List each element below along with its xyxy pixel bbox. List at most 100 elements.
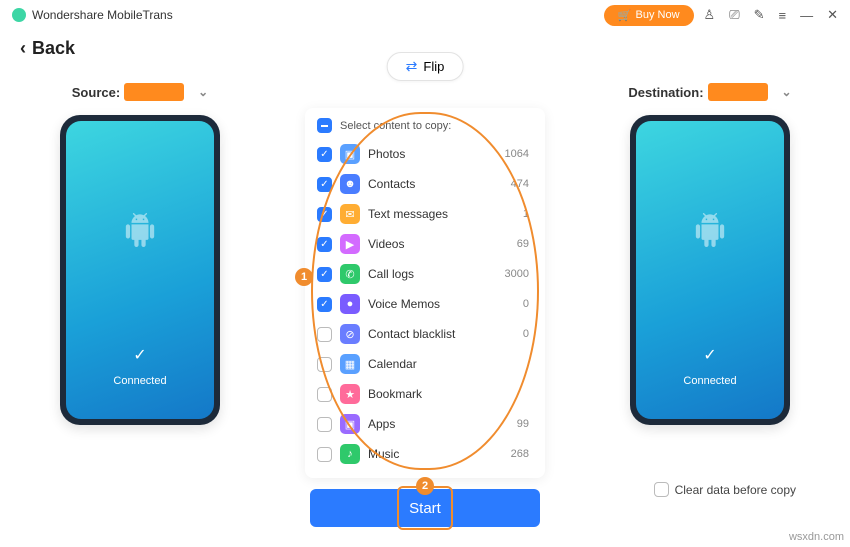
item-checkbox[interactable] <box>317 417 332 432</box>
content-item[interactable]: ● Voice Memos 0 <box>317 289 533 319</box>
source-device-name <box>124 83 184 101</box>
item-checkbox[interactable] <box>317 237 332 252</box>
item-label: Text messages <box>368 207 448 221</box>
item-count: 474 <box>511 178 533 190</box>
user-icon[interactable]: ♙ <box>704 7 716 23</box>
clear-data-option[interactable]: Clear data before copy <box>654 482 796 497</box>
cart-icon: 🛒 <box>618 9 632 22</box>
content-item[interactable]: ▶ Videos 69 <box>317 229 533 259</box>
buy-now-label: Buy Now <box>636 9 680 21</box>
content-item[interactable]: ★ Bookmark <box>317 379 533 409</box>
minimize-icon[interactable]: — <box>800 8 813 23</box>
start-label: Start <box>409 500 441 517</box>
item-type-icon: ⊘ <box>340 324 360 344</box>
watermark: wsxdn.com <box>789 531 844 543</box>
item-count: 1064 <box>505 148 533 160</box>
item-type-icon: ✆ <box>340 264 360 284</box>
item-count: 69 <box>517 238 533 250</box>
item-label: Voice Memos <box>368 297 440 311</box>
item-checkbox[interactable] <box>317 327 332 342</box>
item-count: 0 <box>523 328 533 340</box>
content-item[interactable]: ▣ Apps 99 <box>317 409 533 439</box>
back-label: Back <box>32 38 75 59</box>
chevron-down-icon: ⌄ <box>782 85 792 99</box>
menu-icon[interactable]: ≡ <box>779 8 787 23</box>
flip-button[interactable]: ⇄ Flip <box>387 52 464 81</box>
item-label: Apps <box>368 417 395 431</box>
chevron-down-icon: ⌄ <box>198 85 208 99</box>
android-icon <box>693 213 727 247</box>
item-type-icon: ☻ <box>340 174 360 194</box>
item-count: 268 <box>511 448 533 460</box>
content-list[interactable]: ▣Photos1064☻Contacts474✉Text messages1▶V… <box>317 139 533 469</box>
annotation-badge-1: 1 <box>295 268 313 286</box>
source-column: Source: ⌄ ✓ Connected <box>40 83 240 425</box>
item-label: Contact blacklist <box>368 327 455 341</box>
item-type-icon: ♪ <box>340 444 360 464</box>
feedback-icon[interactable]: ⎚ <box>729 7 739 23</box>
item-count: 3000 <box>505 268 533 280</box>
item-count: 99 <box>517 418 533 430</box>
source-phone: ✓ Connected <box>60 115 220 425</box>
item-label: Calendar <box>368 357 417 371</box>
app-title: Wondershare MobileTrans <box>32 8 173 22</box>
item-checkbox[interactable] <box>317 387 332 402</box>
item-checkbox[interactable] <box>317 357 332 372</box>
content-panel: 1 Select content to copy: ▣ Photos 1064 ☻ Co… <box>305 108 545 478</box>
chevron-left-icon: ‹ <box>20 38 26 59</box>
source-status: Connected <box>113 375 166 387</box>
source-label: Source: <box>72 85 120 100</box>
item-type-icon: ▶ <box>340 234 360 254</box>
content-item[interactable]: ▣ Photos 1064 <box>317 139 533 169</box>
source-selector[interactable]: Source: ⌄ <box>40 83 240 101</box>
destination-device-name <box>708 83 768 101</box>
close-icon[interactable]: ✕ <box>827 7 838 23</box>
check-icon: ✓ <box>703 345 716 365</box>
item-label: Music <box>368 447 399 461</box>
item-type-icon: ▣ <box>340 414 360 434</box>
clear-data-checkbox[interactable] <box>654 482 669 497</box>
item-checkbox[interactable] <box>317 297 332 312</box>
item-label: Photos <box>368 147 405 161</box>
item-type-icon: ▦ <box>340 354 360 374</box>
item-count: 1 <box>523 208 533 220</box>
item-checkbox[interactable] <box>317 177 332 192</box>
content-item[interactable]: ♪ Music 268 <box>317 439 533 469</box>
clear-data-label: Clear data before copy <box>675 483 796 497</box>
content-item[interactable]: ⊘ Contact blacklist 0 <box>317 319 533 349</box>
item-label: Videos <box>368 237 404 251</box>
flip-label: Flip <box>423 59 444 74</box>
check-icon: ✓ <box>133 345 146 365</box>
item-checkbox[interactable] <box>317 147 332 162</box>
titlebar: Wondershare MobileTrans 🛒 Buy Now ♙ ⎚ ✎ … <box>0 0 850 30</box>
android-icon <box>123 213 157 247</box>
edit-icon[interactable]: ✎ <box>754 7 765 23</box>
content-item[interactable]: ▦ Calendar <box>317 349 533 379</box>
destination-selector[interactable]: Destination: ⌄ <box>610 83 810 101</box>
select-all-checkbox[interactable] <box>317 118 332 133</box>
destination-phone: ✓ Connected <box>630 115 790 425</box>
content-item[interactable]: ✉Text messages1 <box>317 199 533 229</box>
select-header-label: Select content to copy: <box>340 120 451 132</box>
window-controls: ♙ ⎚ ✎ ≡ — ✕ <box>704 7 838 23</box>
app-logo-icon <box>12 8 26 22</box>
destination-column: Destination: ⌄ ✓ Connected <box>610 83 810 425</box>
item-label: Contacts <box>368 177 415 191</box>
swap-icon: ⇄ <box>406 58 418 75</box>
back-button[interactable]: ‹ Back <box>20 38 75 59</box>
item-count: 0 <box>523 298 533 310</box>
item-checkbox[interactable] <box>317 207 332 222</box>
destination-status: Connected <box>683 375 736 387</box>
item-label: Bookmark <box>368 387 422 401</box>
item-type-icon: ● <box>340 294 360 314</box>
item-type-icon: ★ <box>340 384 360 404</box>
item-checkbox[interactable] <box>317 447 332 462</box>
content-item[interactable]: ☻ Contacts 474 <box>317 169 533 199</box>
item-checkbox[interactable] <box>317 267 332 282</box>
destination-label: Destination: <box>628 85 703 100</box>
buy-now-button[interactable]: 🛒 Buy Now <box>604 5 694 26</box>
item-type-icon: ▣ <box>340 144 360 164</box>
content-item[interactable]: ✆ Call logs 3000 <box>317 259 533 289</box>
annotation-badge-2: 2 <box>416 477 434 495</box>
item-label: Call logs <box>368 267 414 281</box>
